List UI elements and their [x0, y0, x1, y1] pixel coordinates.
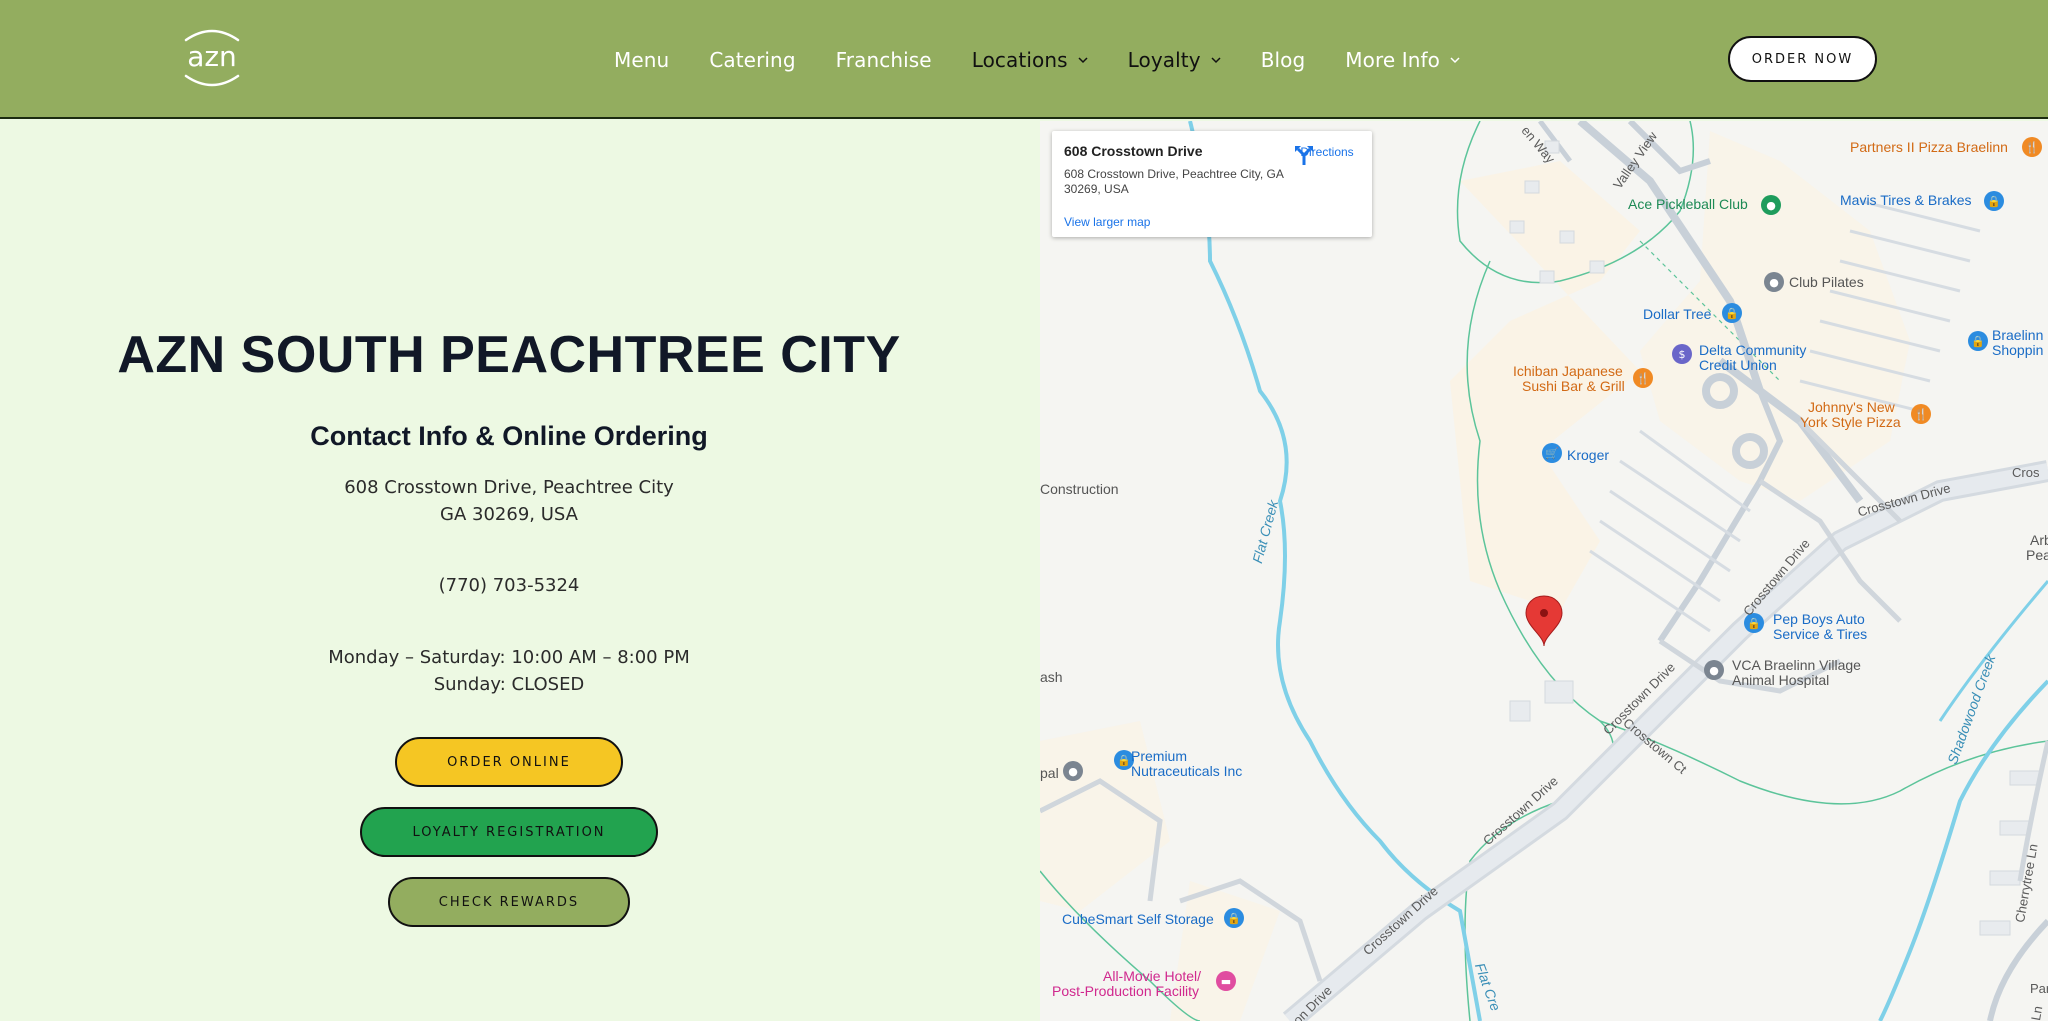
site-header: azn Menu Catering Franchise Locations Lo…: [0, 0, 2048, 119]
poi-label-johnnys-1[interactable]: Johnny's New: [1808, 400, 1895, 415]
poi-label-arb-2: Pea: [2026, 547, 2048, 563]
place-icon[interactable]: ●: [1063, 761, 1083, 781]
place-title: 608 Crosstown Drive: [1064, 143, 1203, 159]
poi-label-braelinn[interactable]: Braelinn: [1992, 328, 2043, 343]
hours-sunday: Sunday: CLOSED: [433, 674, 585, 695]
check-rewards-button[interactable]: CHECK REWARDS: [388, 877, 630, 927]
loyalty-registration-button[interactable]: LOYALTY REGISTRATION: [360, 807, 658, 857]
location-marker-icon[interactable]: [1525, 595, 1563, 647]
address-line-1: 608 Crosstown Drive, Peachtree City: [344, 477, 674, 498]
shopping-bag-icon[interactable]: 🔒: [1722, 303, 1742, 323]
road-label-cros: Cros: [2012, 465, 2040, 480]
poi-label-kroger[interactable]: Kroger: [1567, 448, 1609, 463]
road-label-ln: Ln: [2028, 1004, 2046, 1021]
business-hours: Monday – Saturday: 10:00 AM – 8:00 PM Su…: [0, 644, 1018, 698]
address-line-2: GA 30269, USA: [440, 504, 578, 525]
chevron-down-icon: [1211, 56, 1221, 63]
poi-label-ichiban-2[interactable]: Sushi Bar & Grill: [1522, 379, 1625, 394]
nav-item-franchise[interactable]: Franchise: [836, 48, 932, 72]
poi-label-ash[interactable]: ash: [1040, 670, 1063, 685]
google-map-embed[interactable]: 608 Crosstown Drive 608 Crosstown Drive,…: [1040, 121, 2048, 1021]
directions-icon: [1295, 146, 1313, 165]
poi-label-allmovie-1[interactable]: All-Movie Hotel/: [1103, 969, 1201, 984]
view-larger-map-link[interactable]: View larger map: [1064, 215, 1150, 229]
section-subtitle: Contact Info & Online Ordering: [310, 421, 708, 451]
poi-label-partners-pizza[interactable]: Partners II Pizza Braelinn: [1850, 140, 2008, 155]
nav-item-catering[interactable]: Catering: [709, 48, 795, 72]
chevron-down-icon: [1450, 56, 1460, 63]
shopping-bag-icon[interactable]: 🔒: [1968, 331, 1988, 351]
poi-label-delta-1[interactable]: Delta Community: [1699, 343, 1806, 358]
poi-label-pep-boys-2[interactable]: Service & Tires: [1773, 627, 1867, 642]
road-label-park: Park: [2030, 981, 2048, 996]
nav-item-locations[interactable]: Locations: [972, 48, 1088, 72]
order-online-button[interactable]: ORDER ONLINE: [395, 737, 623, 787]
nav-item-blog[interactable]: Blog: [1261, 48, 1306, 72]
sports-icon[interactable]: ●: [1761, 195, 1781, 215]
azn-logo[interactable]: azn: [178, 26, 246, 90]
poi-label-shopping[interactable]: Shoppin: [1992, 343, 2043, 358]
location-info-panel: AZN SOUTH PEACHTREE CITY Contact Info & …: [0, 121, 1040, 1021]
shopping-bag-icon[interactable]: 🔒: [1984, 191, 2004, 211]
map-canvas[interactable]: [1040, 121, 2048, 1021]
poi-label-mavis[interactable]: Mavis Tires & Brakes: [1840, 193, 1971, 208]
restaurant-icon[interactable]: 🍴: [2022, 137, 2042, 157]
shopping-bag-icon[interactable]: 🔒: [1744, 613, 1764, 633]
poi-label-vca-2[interactable]: Animal Hospital: [1732, 673, 1829, 688]
hotel-icon[interactable]: ▬: [1216, 971, 1236, 991]
main-nav: Menu Catering Franchise Locations Loyalt…: [614, 0, 1500, 119]
nav-item-menu[interactable]: Menu: [614, 48, 669, 72]
address: 608 Crosstown Drive, Peachtree City GA 3…: [0, 474, 1018, 528]
place-icon[interactable]: ●: [1704, 660, 1724, 680]
map-place-card: 608 Crosstown Drive 608 Crosstown Drive,…: [1052, 131, 1372, 237]
cart-icon[interactable]: 🛒: [1542, 443, 1562, 463]
poi-label-ace-pickleball[interactable]: Ace Pickleball Club: [1628, 197, 1748, 212]
place-address: 608 Crosstown Drive, Peachtree City, GA …: [1064, 167, 1284, 196]
poi-label-premium-2[interactable]: Nutraceuticals Inc: [1131, 764, 1242, 779]
poi-label-construction[interactable]: Construction: [1040, 482, 1119, 497]
poi-label-arb-1: Arb: [2030, 532, 2048, 548]
nav-item-loyalty[interactable]: Loyalty: [1128, 48, 1221, 72]
restaurant-icon[interactable]: 🍴: [1911, 404, 1931, 424]
directions-button[interactable]: Directions: [1292, 143, 1362, 165]
poi-label-club-pilates[interactable]: Club Pilates: [1789, 275, 1864, 290]
poi-label-allmovie-2[interactable]: Post-Production Facility: [1052, 984, 1199, 999]
order-now-button[interactable]: ORDER NOW: [1728, 36, 1877, 82]
page-title: AZN SOUTH PEACHTREE CITY: [117, 326, 901, 384]
poi-label-dollar-tree[interactable]: Dollar Tree: [1643, 307, 1711, 322]
chevron-down-icon: [1078, 56, 1088, 63]
restaurant-icon[interactable]: 🍴: [1633, 368, 1653, 388]
shopping-bag-icon[interactable]: 🔒: [1224, 908, 1244, 928]
poi-label-pep-boys-1[interactable]: Pep Boys Auto: [1773, 612, 1865, 627]
hours-weekdays: Monday – Saturday: 10:00 AM – 8:00 PM: [328, 647, 690, 668]
poi-label-delta-2[interactable]: Credit Union: [1699, 358, 1777, 373]
poi-label-johnnys-2[interactable]: York Style Pizza: [1800, 415, 1901, 430]
poi-label-premium-1[interactable]: Premium: [1131, 749, 1187, 764]
poi-label-ichiban-1[interactable]: Ichiban Japanese: [1513, 364, 1623, 379]
poi-label-cubesmart[interactable]: CubeSmart Self Storage: [1062, 912, 1214, 927]
poi-label-pal[interactable]: pal: [1040, 766, 1059, 781]
nav-item-more-info[interactable]: More Info: [1345, 48, 1460, 72]
phone-number[interactable]: (770) 703-5324: [0, 572, 1018, 599]
place-icon[interactable]: ●: [1764, 272, 1784, 292]
bank-icon[interactable]: $: [1672, 344, 1692, 364]
poi-label-vca-1[interactable]: VCA Braelinn Village: [1732, 658, 1861, 673]
svg-text:azn: azn: [187, 40, 237, 73]
